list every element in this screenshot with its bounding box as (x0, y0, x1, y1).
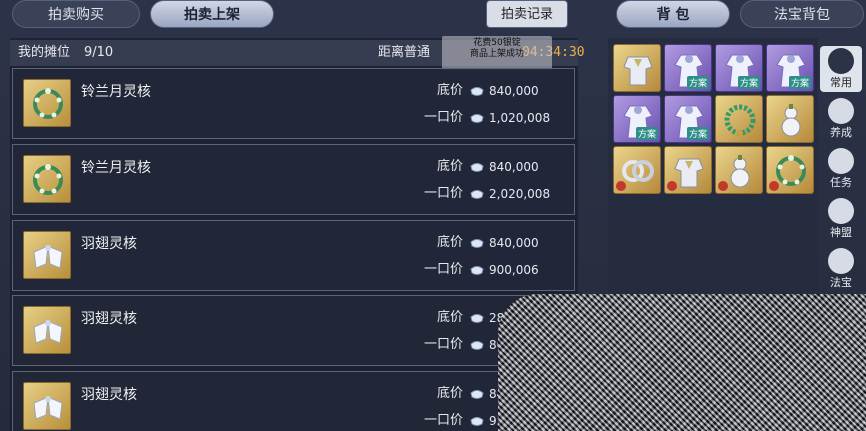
buyout-price-label: 一口价 (423, 110, 463, 125)
stall-distance-label: 距离普通 (378, 45, 431, 60)
new-mark-icon (718, 181, 728, 191)
silver-ingot-icon (469, 413, 485, 429)
silver-ingot-icon (469, 235, 485, 251)
buyout-price-value: 900,006 (489, 263, 539, 277)
item-name: 羽翅灵核 (81, 387, 137, 403)
new-mark-icon (616, 181, 626, 191)
silver-ingot-icon (469, 386, 485, 402)
inventory-slot[interactable]: 方案 (613, 95, 661, 143)
alliance-icon (828, 198, 854, 224)
tab-auction-sell[interactable]: 拍卖上架 (150, 0, 274, 28)
bracelet-icon (23, 155, 71, 203)
base-price-label: 底价 (436, 159, 463, 174)
base-price-value: 840,000 (489, 160, 539, 174)
top-bar: 拍卖购买 拍卖上架 拍卖记录 背 包 法宝背包 (0, 0, 866, 36)
silver-ingot-icon (469, 110, 485, 126)
records-label: 拍卖记录 (500, 7, 553, 22)
tab-treasure-bag[interactable]: 法宝背包 (740, 0, 864, 28)
side-nav-treasure[interactable]: 法宝 (820, 246, 862, 292)
slot-tag: 方案 (635, 127, 658, 140)
base-price-label: 底价 (436, 310, 463, 325)
side-nav-label: 任务 (830, 176, 852, 189)
listing-row[interactable]: 铃兰月灵核 底价 840,000 一口价 1,020,008 (12, 68, 575, 139)
item-name: 羽翅灵核 (81, 311, 137, 327)
side-nav-growth[interactable]: 养成 (820, 96, 862, 142)
tab-bag[interactable]: 背 包 (616, 0, 730, 28)
growth-icon (828, 98, 854, 124)
slot-tag: 方案 (686, 127, 709, 140)
tooltip-line-success: 商品上架成功 (469, 49, 524, 59)
listing-row[interactable]: 铃兰月灵核 底价 840,000 一口价 2,020,008 (12, 144, 575, 215)
listing-row[interactable]: 羽翅灵核底价840,000一口价950,005 (12, 371, 575, 431)
inventory-slot[interactable]: 方案 (664, 95, 712, 143)
inventory-slot[interactable] (613, 146, 661, 194)
side-nav-label: 常用 (830, 76, 852, 89)
inventory-slot[interactable] (715, 95, 763, 143)
tooltip-line-cost: 花费50银锭 (473, 38, 521, 48)
bracelet-icon (23, 79, 71, 127)
stall-header: 我的摊位 9/10 距离普通 04:34:30 花费50银锭 商品上架成功 (10, 36, 585, 70)
new-mark-icon (667, 181, 677, 191)
stall-panel: 我的摊位 9/10 距离普通 04:34:30 花费50银锭 商品上架成功 铃兰… (10, 36, 585, 431)
base-price-label: 底价 (436, 235, 463, 250)
inventory-slot[interactable]: 方案 (766, 44, 814, 92)
beads-icon (716, 104, 762, 142)
inventory-slot[interactable] (715, 146, 763, 194)
slot-tag: 方案 (788, 76, 811, 89)
buyout-price-value: 1,020,008 (489, 111, 551, 125)
tab-auction-buy[interactable]: 拍卖购买 (12, 0, 140, 28)
item-name: 铃兰月灵核 (81, 84, 151, 100)
side-nav-task[interactable]: 任务 (820, 146, 862, 192)
silver-ingot-icon (469, 186, 485, 202)
side-nav-alliance[interactable]: 神盟 (820, 196, 862, 242)
buyout-price-value: 2,020,008 (489, 187, 551, 201)
silver-ingot-icon (469, 262, 485, 278)
buyout-price-label: 一口价 (423, 413, 463, 428)
armor-icon (614, 56, 660, 91)
buyout-price-label: 一口价 (423, 186, 463, 201)
auction-records-button[interactable]: 拍卖记录 (486, 0, 568, 28)
slot-tag: 方案 (737, 76, 760, 89)
treasure-icon (828, 248, 854, 274)
silver-ingot-icon (469, 337, 485, 353)
silver-ingot-icon (469, 159, 485, 175)
base-price-label: 底价 (436, 386, 463, 401)
base-price-value: 840,000 (489, 236, 539, 250)
side-nav-label: 法宝 (830, 276, 852, 289)
inventory-slot[interactable]: 方案 (664, 44, 712, 92)
item-name: 羽翅灵核 (81, 236, 137, 252)
inventory-slot[interactable] (766, 95, 814, 143)
new-mark-icon (769, 181, 779, 191)
mosaic-overlay (498, 294, 866, 431)
bag-icon (828, 48, 854, 74)
listing-row[interactable]: 羽翅灵核 底价 840,000 一口价 900,006 (12, 220, 575, 291)
task-icon (828, 148, 854, 174)
silver-ingot-icon (469, 310, 485, 326)
buyout-price-label: 一口价 (423, 262, 463, 277)
wings-icon (23, 382, 71, 430)
stall-count: 9/10 (84, 45, 114, 60)
item-name: 铃兰月灵核 (81, 160, 151, 176)
gourd-icon (767, 104, 813, 142)
side-nav-label: 神盟 (830, 226, 852, 239)
slot-tag: 方案 (686, 76, 709, 89)
side-nav-label: 养成 (830, 126, 852, 139)
buyout-price-label: 一口价 (423, 337, 463, 352)
silver-ingot-icon (469, 83, 485, 99)
wings-icon (23, 231, 71, 279)
success-tooltip: 花费50银锭 商品上架成功 (442, 36, 552, 70)
inventory-slot[interactable] (664, 146, 712, 194)
side-nav-bag[interactable]: 常用 (820, 46, 862, 92)
stall-label: 我的摊位 (18, 45, 71, 60)
listing-row[interactable]: 羽翅灵核底价280,000一口价800,007 (12, 295, 575, 366)
base-price-label: 底价 (436, 83, 463, 98)
inventory-slot[interactable]: 方案 (715, 44, 763, 92)
inventory-slot[interactable] (613, 44, 661, 92)
wings-icon (23, 306, 71, 354)
base-price-value: 840,000 (489, 84, 539, 98)
inventory-slot[interactable] (766, 146, 814, 194)
